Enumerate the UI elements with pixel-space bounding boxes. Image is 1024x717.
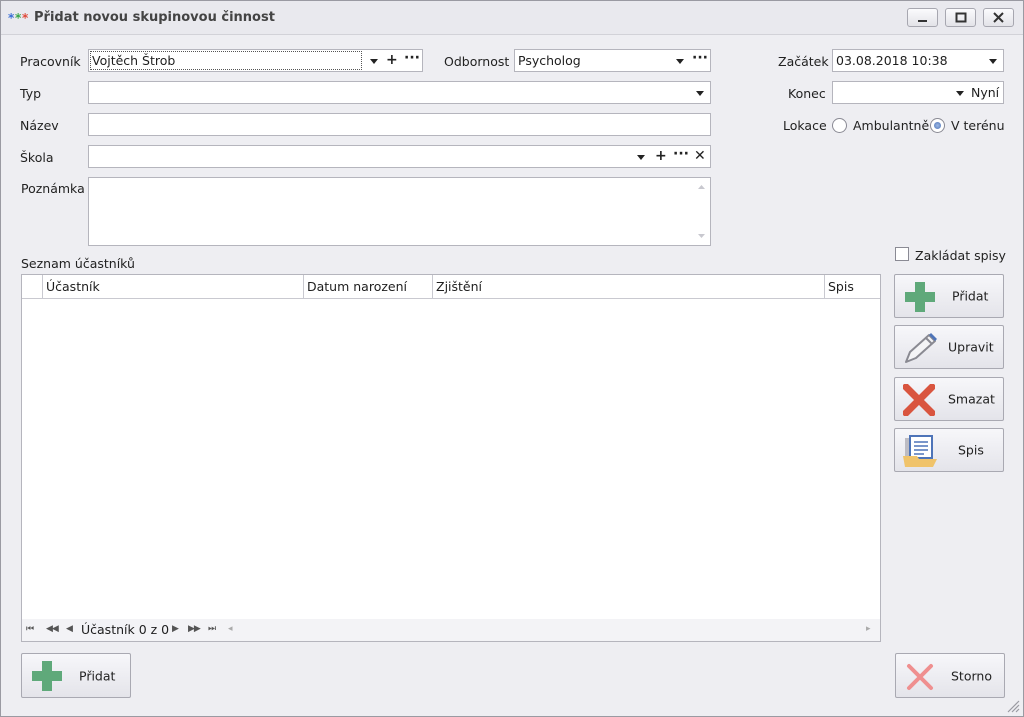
nazev-input[interactable] xyxy=(88,113,711,136)
hscroll-left-icon[interactable]: ◂ xyxy=(228,624,232,634)
odbornost-label: Odbornost xyxy=(444,54,510,69)
pridat-button[interactable]: Přidat xyxy=(21,653,131,698)
pracovnik-dropdown-icon[interactable] xyxy=(370,59,378,64)
spis-participant-label: Spis xyxy=(958,442,984,458)
pencil-icon xyxy=(905,333,937,363)
nav-prev-icon[interactable]: ◀ xyxy=(66,624,73,634)
pridat-label: Přidat xyxy=(79,668,116,683)
column-datum-narozeni[interactable]: Datum narození xyxy=(303,275,432,299)
zacatek-dropdown-icon[interactable] xyxy=(989,59,997,64)
plus-icon xyxy=(905,282,935,312)
odbornost-value: Psycholog xyxy=(518,53,581,68)
lokace-v-terenu-radio[interactable] xyxy=(930,118,945,133)
maximize-button[interactable] xyxy=(945,8,976,27)
hscroll-right-icon[interactable]: ▸ xyxy=(866,624,870,634)
typ-label: Typ xyxy=(20,86,42,101)
column-ucastnik[interactable]: Účastník xyxy=(42,275,303,299)
skola-more-icon[interactable]: ··· xyxy=(673,147,689,161)
skola-label: Škola xyxy=(20,150,54,165)
storno-label: Storno xyxy=(951,668,992,683)
upravit-participant-label: Upravit xyxy=(948,339,994,355)
zacatek-label: Začátek xyxy=(778,54,829,69)
pracovnik-value: Vojtěch Štrob xyxy=(92,53,176,68)
nav-prev-page-icon[interactable]: ◀◀ xyxy=(46,624,59,634)
close-window-button[interactable] xyxy=(983,8,1014,27)
delete-x-icon xyxy=(903,384,935,416)
nav-next-page-icon[interactable]: ▶▶ xyxy=(188,624,201,634)
navigator-text: Účastník 0 z 0 xyxy=(81,622,170,637)
skola-combobox[interactable]: + ··· ✕ xyxy=(88,145,711,168)
folder-document-icon xyxy=(903,435,937,467)
lokace-ambulantne-radio[interactable] xyxy=(832,118,847,133)
minimize-button[interactable] xyxy=(907,8,938,27)
odbornost-dropdown-icon[interactable] xyxy=(676,59,684,64)
nav-first-icon[interactable]: ⏮ xyxy=(26,624,34,634)
participants-grid[interactable]: Účastník Datum narození Zjištění Spis ⏮ … xyxy=(21,274,881,642)
zakladat-spisy-checkbox[interactable] xyxy=(895,247,909,261)
storno-button[interactable]: Storno xyxy=(895,653,1005,698)
dialog-window: * * * Přidat novou skupinovou činnost Pr… xyxy=(0,0,1024,717)
grid-navigator: ⏮ ◀◀ ◀ Účastník 0 z 0 ▶ ▶▶ ⏭ ◂ ▸ xyxy=(22,619,880,641)
scroll-arrows-icon xyxy=(698,185,705,238)
skola-dropdown-icon[interactable] xyxy=(637,155,645,160)
resize-grip-icon[interactable] xyxy=(1006,699,1020,713)
typ-dropdown-icon[interactable] xyxy=(696,91,704,96)
cancel-x-icon xyxy=(907,664,933,690)
odbornost-more-icon[interactable]: ··· xyxy=(692,51,708,65)
pridat-participant-label: Přidat xyxy=(952,288,989,304)
svg-text:*: * xyxy=(22,11,29,25)
plus-icon xyxy=(32,661,62,691)
pracovnik-label: Pracovník xyxy=(20,54,81,69)
row-indicator-header xyxy=(22,275,42,299)
pridat-participant-button[interactable]: Přidat xyxy=(894,274,1004,318)
lokace-label: Lokace xyxy=(783,118,827,133)
window-title: Přidat novou skupinovou činnost xyxy=(34,10,275,25)
typ-combobox[interactable] xyxy=(88,81,711,104)
title-bar: * * * Přidat novou skupinovou činnost xyxy=(1,1,1023,35)
smazat-participant-button[interactable]: Smazat xyxy=(894,377,1004,421)
konec-now-button[interactable]: Nyní xyxy=(971,85,999,100)
zacatek-datetime[interactable]: 03.08.2018 10:38 xyxy=(832,49,1004,72)
poznamka-label: Poznámka xyxy=(21,181,85,196)
zakladat-spisy-label[interactable]: Zakládat spisy xyxy=(915,248,1006,263)
smazat-participant-label: Smazat xyxy=(948,391,995,407)
nav-last-icon[interactable]: ⏭ xyxy=(208,624,216,634)
lokace-v-terenu-label[interactable]: V terénu xyxy=(951,118,1005,133)
lokace-ambulantne-label[interactable]: Ambulantně xyxy=(853,118,929,133)
participants-title: Seznam účastníků xyxy=(21,256,135,271)
pracovnik-combobox[interactable]: Vojtěch Štrob + ··· xyxy=(88,49,423,72)
column-spis[interactable]: Spis xyxy=(824,275,880,299)
nazev-label: Název xyxy=(20,118,59,133)
zacatek-value: 03.08.2018 10:38 xyxy=(836,53,948,68)
poznamka-scrollbar[interactable] xyxy=(693,178,710,245)
konec-dropdown-icon[interactable] xyxy=(956,91,964,96)
pracovnik-more-icon[interactable]: ··· xyxy=(404,51,420,65)
upravit-participant-button[interactable]: Upravit xyxy=(894,325,1004,369)
close-icon xyxy=(993,12,1004,23)
nav-next-icon[interactable]: ▶ xyxy=(172,624,179,634)
svg-text:*: * xyxy=(15,11,22,25)
konec-datetime[interactable]: Nyní xyxy=(832,81,1004,104)
svg-text:*: * xyxy=(8,11,15,25)
app-logo-icon: * * * xyxy=(8,11,29,25)
odbornost-combobox[interactable]: Psycholog ··· xyxy=(514,49,711,72)
grid-header: Účastník Datum narození Zjištění Spis xyxy=(22,275,880,299)
minimize-icon xyxy=(918,20,927,22)
maximize-icon xyxy=(955,12,967,23)
column-zjisteni[interactable]: Zjištění xyxy=(432,275,824,299)
skola-add-icon[interactable]: + xyxy=(655,149,667,163)
skola-clear-icon[interactable]: ✕ xyxy=(694,149,706,163)
pracovnik-add-icon[interactable]: + xyxy=(386,53,398,67)
konec-label: Konec xyxy=(788,86,826,101)
spis-participant-button[interactable]: Spis xyxy=(894,428,1004,472)
poznamka-textarea[interactable] xyxy=(88,177,711,246)
